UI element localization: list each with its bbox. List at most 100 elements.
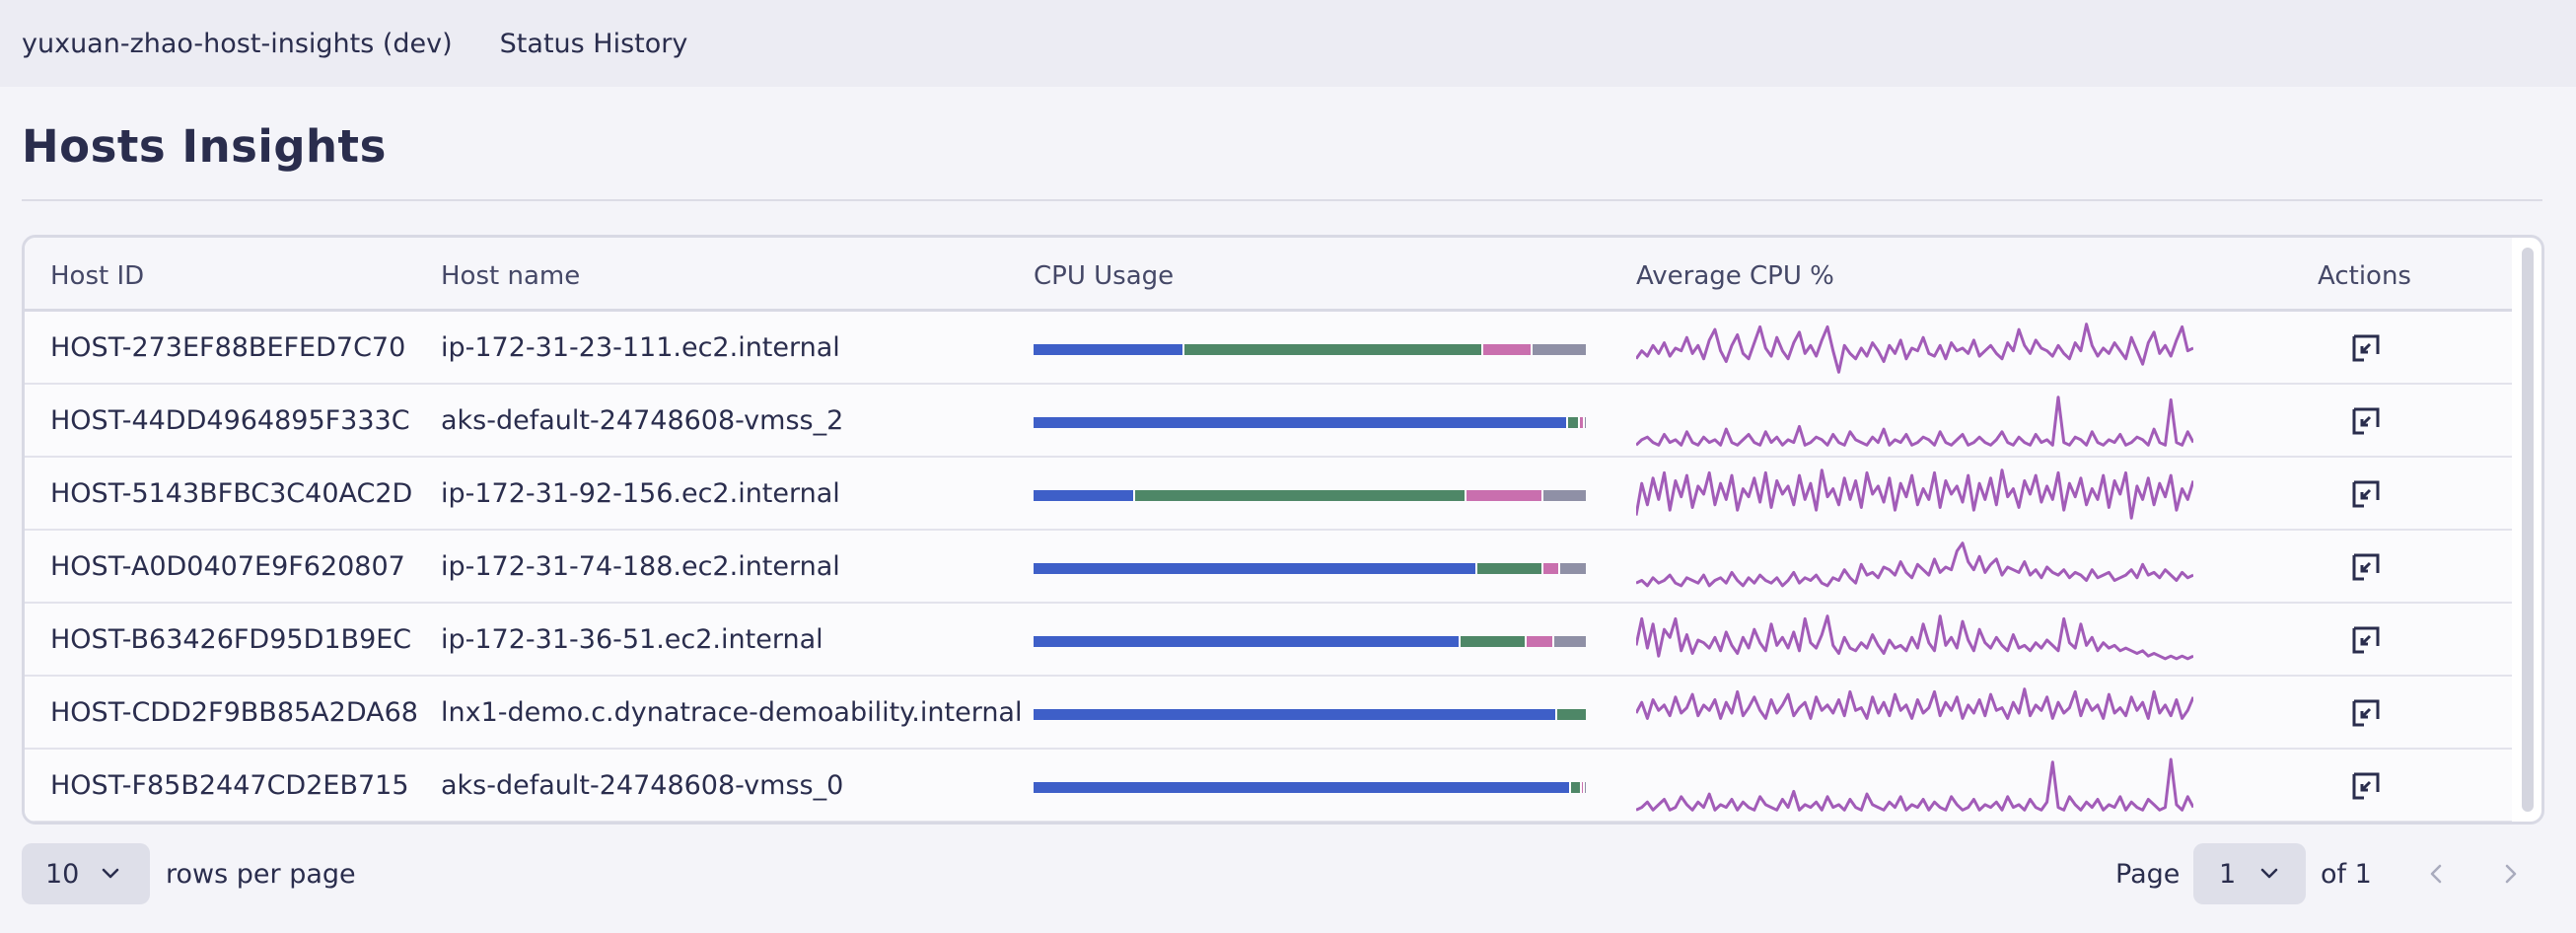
cpu-usage-bar <box>1034 417 1586 428</box>
host-name-cell: ip-172-31-23-111.ec2.internal <box>441 332 840 363</box>
open-details-button[interactable] <box>2347 767 2385 805</box>
cpu-usage-segment <box>1182 344 1481 355</box>
cpu-usage-bar <box>1034 709 1586 720</box>
table-row[interactable]: HOST-CDD2F9BB85A2DA68 lnx1-demo.c.dynatra… <box>25 677 2512 750</box>
cpu-usage-bar <box>1034 636 1586 647</box>
cpu-usage-bar <box>1034 344 1586 355</box>
cpu-usage-segment <box>1464 490 1542 501</box>
cpu-usage-segment <box>1541 490 1586 501</box>
table-row[interactable]: HOST-F85B2447CD2EB715 aks-default-2474860… <box>25 750 2512 822</box>
open-details-icon <box>2352 480 2380 508</box>
page-label: Page <box>2115 859 2181 890</box>
open-details-button[interactable] <box>2347 475 2385 513</box>
sparkline-series <box>1636 757 2193 812</box>
open-details-icon <box>2352 626 2380 654</box>
host-id-cell: HOST-A0D0407E9F620807 <box>50 551 405 582</box>
title-divider <box>22 199 2542 201</box>
sparkline-series <box>1636 468 2193 520</box>
cpu-usage-segment <box>1569 782 1581 793</box>
open-details-icon <box>2352 553 2380 581</box>
cpu-usage-segment <box>1555 709 1586 720</box>
page-select-value: 1 <box>2219 858 2237 890</box>
rows-per-page-select[interactable]: 10 <box>22 843 150 904</box>
cpu-usage-segment <box>1034 417 1567 428</box>
table-row[interactable]: HOST-B63426FD95D1B9EC ip-172-31-36-51.ec2… <box>25 604 2512 677</box>
host-name-cell: lnx1-demo.c.dynatrace-demoability.intern… <box>441 697 1023 728</box>
column-header-host-id[interactable]: Host ID <box>50 261 144 291</box>
cpu-usage-segment <box>1583 417 1586 428</box>
cpu-usage-segment <box>1034 563 1475 574</box>
host-name-cell: ip-172-31-92-156.ec2.internal <box>441 478 840 509</box>
host-id-cell: HOST-273EF88BEFED7C70 <box>50 332 406 363</box>
open-details-button[interactable] <box>2347 621 2385 659</box>
page-select[interactable]: 1 <box>2193 843 2306 904</box>
rows-per-page-value: 10 <box>45 858 80 890</box>
table-row[interactable]: HOST-A0D0407E9F620807 ip-172-31-74-188.ec… <box>25 531 2512 604</box>
rows-per-page-label: rows per page <box>166 859 356 890</box>
column-header-cpu-usage[interactable]: CPU Usage <box>1034 261 1174 291</box>
open-details-icon <box>2352 334 2380 362</box>
host-id-cell: HOST-5143BFBC3C40AC2D <box>50 478 413 509</box>
cpu-usage-segment <box>1034 636 1460 647</box>
table-row[interactable]: HOST-273EF88BEFED7C70 ip-172-31-23-111.ec… <box>25 312 2512 385</box>
host-id-cell: HOST-F85B2447CD2EB715 <box>50 770 409 801</box>
cpu-usage-bar <box>1034 490 1586 501</box>
sparkline-series <box>1636 614 2193 661</box>
average-cpu-sparkline <box>1636 468 2193 520</box>
page-count-label: of 1 <box>2321 859 2372 890</box>
cpu-usage-bar <box>1034 563 1586 574</box>
table-header: Host ID Host name CPU Usage Average CPU … <box>25 238 2512 312</box>
cpu-usage-segment <box>1557 563 1586 574</box>
column-header-host-name[interactable]: Host name <box>441 261 580 291</box>
cpu-usage-segment <box>1583 782 1586 793</box>
host-id-cell: HOST-B63426FD95D1B9EC <box>50 624 412 655</box>
open-details-button[interactable] <box>2347 694 2385 732</box>
cpu-usage-segment <box>1541 563 1558 574</box>
tab-status-history[interactable]: Status History <box>500 29 688 59</box>
table-row[interactable]: HOST-5143BFBC3C40AC2D ip-172-31-92-156.ec… <box>25 458 2512 531</box>
host-name-cell: ip-172-31-36-51.ec2.internal <box>441 624 823 655</box>
table-row[interactable]: HOST-44DD4964895F333C aks-default-2474860… <box>25 385 2512 458</box>
column-header-actions: Actions <box>2318 261 2411 291</box>
open-details-button[interactable] <box>2347 402 2385 440</box>
open-details-button[interactable] <box>2347 548 2385 586</box>
top-bar: yuxuan-zhao-host-insights (dev) Status H… <box>0 0 2576 87</box>
sparkline-series <box>1636 395 2193 447</box>
host-id-cell: HOST-CDD2F9BB85A2DA68 <box>50 697 418 728</box>
cpu-usage-segment <box>1132 490 1465 501</box>
average-cpu-sparkline <box>1636 323 2193 374</box>
cpu-usage-segment <box>1459 636 1526 647</box>
cpu-usage-segment <box>1034 344 1183 355</box>
app-name-tab[interactable]: yuxuan-zhao-host-insights (dev) <box>22 29 453 59</box>
cpu-usage-segment <box>1034 709 1556 720</box>
open-details-icon <box>2352 699 2380 727</box>
host-name-cell: aks-default-24748608-vmss_0 <box>441 770 844 801</box>
average-cpu-sparkline <box>1636 614 2193 661</box>
column-header-average-cpu[interactable]: Average CPU % <box>1636 261 1834 291</box>
average-cpu-sparkline <box>1636 757 2193 812</box>
sparkline-series <box>1636 541 2193 588</box>
sparkline-series <box>1636 687 2193 720</box>
chevron-right-icon <box>2505 864 2517 884</box>
hosts-table: Host ID Host name CPU Usage Average CPU … <box>22 235 2544 825</box>
page-title: Hosts Insights <box>22 120 387 173</box>
table-scrollbar[interactable] <box>2522 248 2534 812</box>
average-cpu-sparkline <box>1636 541 2193 588</box>
cpu-usage-segment <box>1034 490 1133 501</box>
cpu-usage-segment <box>1552 636 1586 647</box>
host-name-cell: ip-172-31-74-188.ec2.internal <box>441 551 840 582</box>
host-id-cell: HOST-44DD4964895F333C <box>50 405 410 436</box>
sparkline-series <box>1636 323 2193 374</box>
chevron-down-icon <box>2259 868 2279 880</box>
next-page-button[interactable] <box>2493 856 2529 892</box>
cpu-usage-segment <box>1566 417 1578 428</box>
previous-page-button[interactable] <box>2418 856 2454 892</box>
host-name-cell: aks-default-24748608-vmss_2 <box>441 405 844 436</box>
average-cpu-sparkline <box>1636 395 2193 447</box>
chevron-left-icon <box>2430 864 2442 884</box>
cpu-usage-segment <box>1475 563 1542 574</box>
open-details-icon <box>2352 772 2380 800</box>
open-details-button[interactable] <box>2347 329 2385 367</box>
cpu-usage-segment <box>1034 782 1570 793</box>
cpu-usage-segment <box>1525 636 1553 647</box>
